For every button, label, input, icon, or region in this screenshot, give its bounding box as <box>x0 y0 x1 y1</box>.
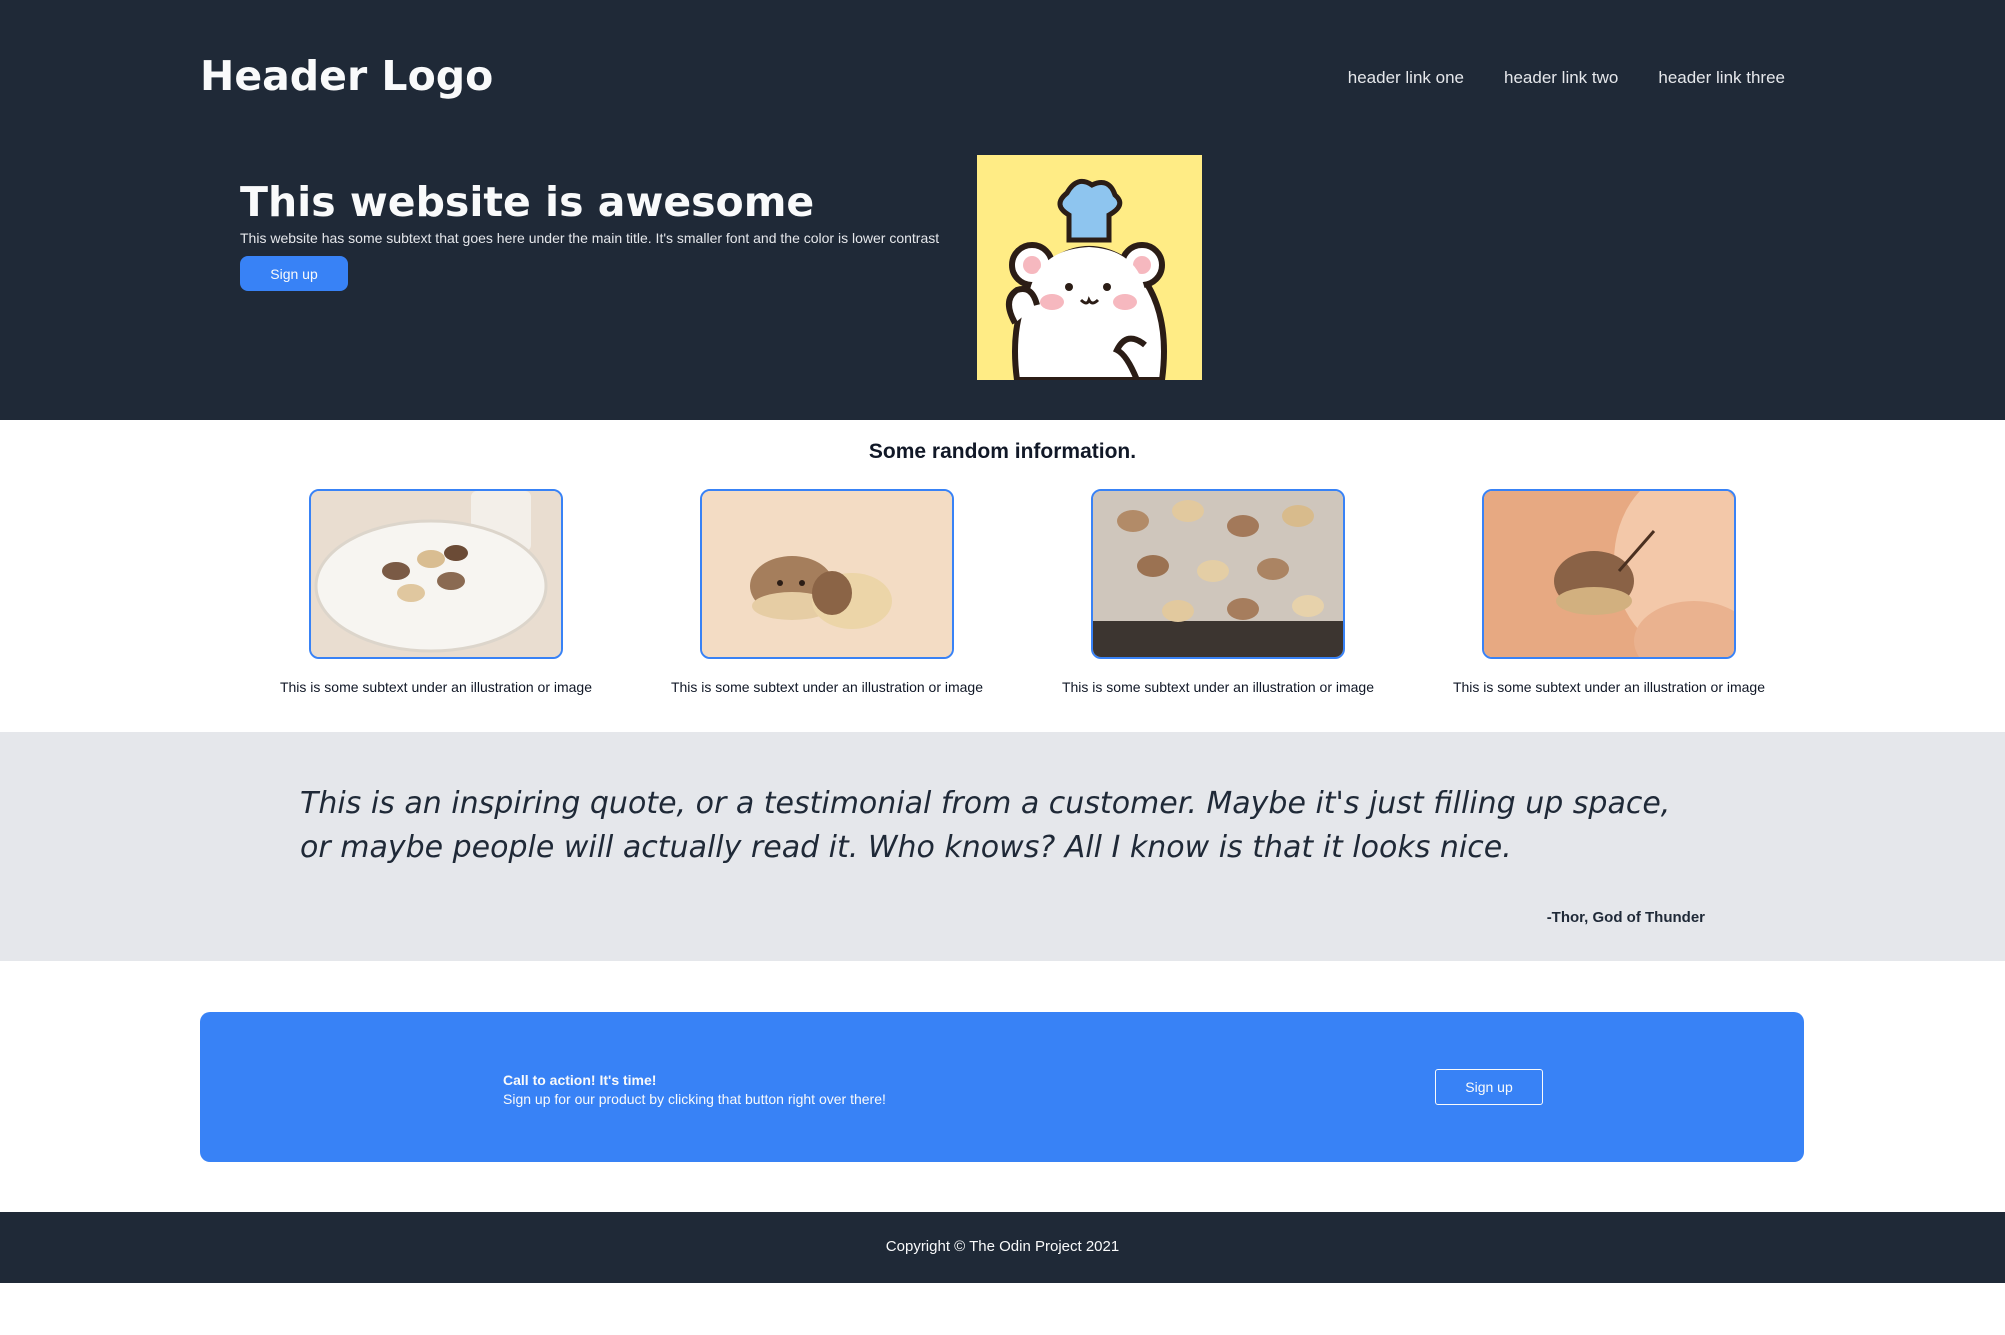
card-caption: This is some subtext under an illustrati… <box>1061 679 1375 695</box>
hero-text: This website is awesome This website has… <box>240 176 980 291</box>
cta-text: Call to action! It's time! Sign up for o… <box>503 1071 886 1109</box>
info-card: This is some subtext under an illustrati… <box>1048 489 1388 695</box>
nav-link-two[interactable]: header link two <box>1504 68 1618 88</box>
hero-hamster-chef-image <box>977 155 1202 380</box>
quote-section: This is an inspiring quote, or a testimo… <box>0 732 2005 961</box>
card-caption: This is some subtext under an illustrati… <box>670 679 984 695</box>
call-to-action-box: Call to action! It's time! Sign up for o… <box>200 1012 1804 1162</box>
card-caption: This is some subtext under an illustrati… <box>1452 679 1766 695</box>
testimonial-quote: This is an inspiring quote, or a testimo… <box>300 786 1671 865</box>
nav-link-one[interactable]: header link one <box>1348 68 1464 88</box>
info-section-title: Some random information. <box>868 440 1137 463</box>
footer: Copyright © The Odin Project 2021 <box>0 1212 2005 1283</box>
info-card: This is some subtext under an illustrati… <box>1439 489 1779 695</box>
nav-link-three[interactable]: header link three <box>1658 68 1785 88</box>
quote-author: -Thor, God of Thunder <box>1546 909 1705 926</box>
hero-subtitle: This website has some subtext that goes … <box>240 230 940 246</box>
cta-title: Call to action! It's time! <box>503 1072 657 1088</box>
card-image-decorating-cookie <box>1482 489 1736 659</box>
cta-description: Sign up for our product by clicking that… <box>503 1091 886 1107</box>
header-nav: header link one header link two header l… <box>1348 68 1785 88</box>
header-hero-section: Header Logo header link one header link … <box>0 0 2005 420</box>
card-image-two-hamster-cookies <box>700 489 954 659</box>
footer-copyright: Copyright © The Odin Project 2021 <box>885 1238 1120 1255</box>
header-logo[interactable]: Header Logo <box>200 52 493 100</box>
card-image-cookies-plate <box>309 489 563 659</box>
cta-signup-button[interactable]: Sign up <box>1435 1069 1543 1105</box>
card-image-cookie-tray <box>1091 489 1345 659</box>
info-card: This is some subtext under an illustrati… <box>657 489 997 695</box>
card-caption: This is some subtext under an illustrati… <box>279 679 593 695</box>
info-card: This is some subtext under an illustrati… <box>266 489 606 695</box>
hero-signup-button[interactable]: Sign up <box>240 256 348 291</box>
hero-title: This website is awesome <box>240 178 815 226</box>
